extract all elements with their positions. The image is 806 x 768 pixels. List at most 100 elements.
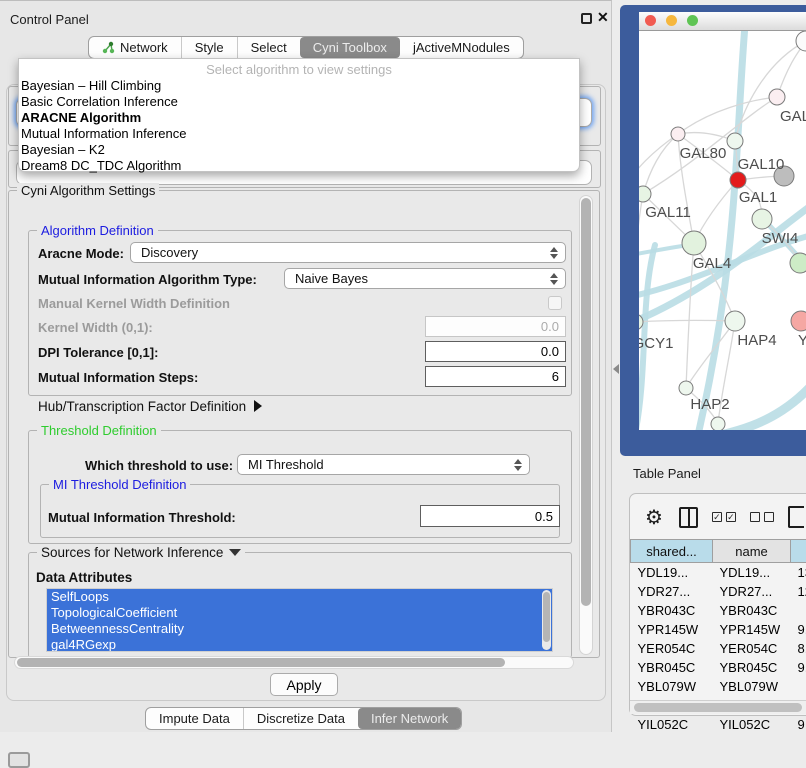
table-row[interactable]: YBR043CYBR043C xyxy=(631,601,806,620)
tab-infer-network[interactable]: Infer Network xyxy=(358,708,461,729)
network-node[interactable] xyxy=(791,311,806,331)
unchecked-box-icon xyxy=(750,512,760,522)
attribute-list-item[interactable]: gal4RGexp xyxy=(47,637,552,652)
control-panel-title: Control Panel xyxy=(10,12,89,27)
mi-threshold-label: Mutual Information Threshold: xyxy=(48,510,236,525)
close-window-icon[interactable]: ✕ xyxy=(597,9,609,26)
float-window-icon[interactable] xyxy=(581,13,592,24)
attribute-list-item[interactable]: TopologicalCoefficient xyxy=(47,605,552,621)
settings-vertical-scrollbar-thumb[interactable] xyxy=(581,198,591,606)
algorithm-dropdown-popup: Select algorithm to view settings Bayesi… xyxy=(18,58,580,172)
mac-zoom-icon[interactable] xyxy=(687,15,698,26)
control-panel-tabbar: NetworkStyleSelectCyni ToolboxjActiveMNo… xyxy=(88,36,524,59)
network-edge[interactable] xyxy=(698,31,745,430)
column-header[interactable]: A xyxy=(791,540,806,563)
network-edge[interactable] xyxy=(678,97,777,134)
network-edge[interactable] xyxy=(639,194,643,322)
network-tab-icon xyxy=(102,41,115,54)
table-row[interactable]: YPR145WYPR145W9. xyxy=(631,620,806,639)
mi-type-combobox[interactable]: Naive Bayes xyxy=(284,268,566,289)
node-label: GCY1 xyxy=(639,335,673,352)
table-row[interactable]: YER054CYER054C8. xyxy=(631,639,806,658)
node-label: GAL1 xyxy=(739,189,777,206)
hub-definition-expander[interactable]: Hub/Transcription Factor Definition xyxy=(38,399,262,414)
unchecked-box-icon xyxy=(764,512,774,522)
dropdown-item[interactable]: Mutual Information Inference xyxy=(19,126,579,142)
gear-icon[interactable]: ⚙ xyxy=(645,505,663,530)
dropdown-item[interactable]: Bayesian – K2 xyxy=(19,142,579,158)
attribute-list-item[interactable]: BetweennessCentrality xyxy=(47,621,552,637)
attribute-list-item[interactable]: SelfLoops xyxy=(47,589,552,605)
table-row[interactable]: YIL052CYIL052C9 xyxy=(631,715,806,734)
select-all-checkboxes-icon[interactable]: ✓ ✓ xyxy=(712,512,736,522)
algorithm-definition-title: Algorithm Definition xyxy=(37,223,158,238)
manual-kernel-checkbox[interactable] xyxy=(548,296,562,310)
deselect-all-checkboxes-icon[interactable] xyxy=(750,512,774,522)
aracne-mode-combobox[interactable]: Discovery xyxy=(130,242,566,263)
data-attributes-label: Data Attributes xyxy=(36,570,132,585)
threshold-definition-title: Threshold Definition xyxy=(37,423,161,438)
network-window-titlebar[interactable] xyxy=(639,12,806,31)
column-header[interactable]: name xyxy=(713,540,791,563)
network-node[interactable] xyxy=(671,127,685,141)
tab-network[interactable]: Network xyxy=(89,37,181,58)
tab-discretize-data[interactable]: Discretize Data xyxy=(243,708,358,729)
network-node[interactable] xyxy=(730,172,746,188)
split-columns-icon[interactable] xyxy=(679,507,698,528)
settings-horizontal-scrollbar-thumb[interactable] xyxy=(17,658,505,667)
mi-threshold-field[interactable]: 0.5 xyxy=(420,505,560,527)
tab-select[interactable]: Select xyxy=(237,37,300,58)
mac-minimize-icon[interactable] xyxy=(666,15,677,26)
table-horizontal-scrollbar-thumb[interactable] xyxy=(634,703,802,712)
sources-title[interactable]: Sources for Network Inference xyxy=(37,545,245,560)
dropdown-item[interactable]: Bayesian – Hill Climbing xyxy=(19,78,579,94)
network-node[interactable] xyxy=(752,209,772,229)
panel-collapse-arrow-icon[interactable] xyxy=(613,364,619,374)
network-node[interactable] xyxy=(769,89,785,105)
network-canvas[interactable]: GAL80GAL10GAL1GAL11SWI4GAL4GCY1HAP4YHAP2… xyxy=(639,31,806,430)
network-node[interactable] xyxy=(711,417,725,430)
node-label: HAP4 xyxy=(737,332,776,349)
network-node[interactable] xyxy=(727,133,743,149)
tab-impute-data[interactable]: Impute Data xyxy=(146,708,243,729)
network-node[interactable] xyxy=(725,311,745,331)
network-node[interactable] xyxy=(790,253,806,273)
mi-steps-field[interactable]: 6 xyxy=(425,366,566,387)
minimized-panel-icon[interactable] xyxy=(8,752,30,768)
dropdown-item[interactable]: ARACNE Algorithm xyxy=(19,110,579,126)
table-row[interactable]: YDR27...YDR27...12 xyxy=(631,582,806,601)
network-node[interactable] xyxy=(679,381,693,395)
table-row[interactable]: YDL19...YDL19...13 xyxy=(631,563,806,582)
node-label: Y xyxy=(798,332,806,349)
which-threshold-label: Which threshold to use: xyxy=(85,458,233,473)
node-label: GAL80 xyxy=(680,145,727,162)
table-row[interactable]: YBR045CYBR045C9. xyxy=(631,658,806,677)
network-node[interactable] xyxy=(682,231,706,255)
tab-cyni-toolbox[interactable]: Cyni Toolbox xyxy=(300,37,400,58)
cyni-mode-tabbar: Impute DataDiscretize DataInfer Network xyxy=(145,707,462,730)
network-edge[interactable] xyxy=(643,134,678,194)
table-row[interactable]: YBL079WYBL079W xyxy=(631,677,806,696)
manual-kernel-label: Manual Kernel Width Definition xyxy=(38,296,230,311)
apply-button[interactable]: Apply xyxy=(270,673,338,696)
aracne-mode-label: Aracne Mode: xyxy=(38,246,124,261)
dpi-tolerance-field[interactable]: 0.0 xyxy=(425,341,566,362)
combo-stepper-icon xyxy=(550,273,558,285)
column-header[interactable]: shared... xyxy=(631,540,713,563)
tab-jactivemnodules[interactable]: jActiveMNodules xyxy=(400,37,523,58)
tab-style[interactable]: Style xyxy=(181,37,237,58)
dropdown-header: Select algorithm to view settings xyxy=(19,59,579,78)
attributes-scrollbar-thumb[interactable] xyxy=(543,592,550,642)
node-label: GAL10 xyxy=(738,156,785,173)
dropdown-item[interactable]: Dream8 DC_TDC Algorithm xyxy=(19,158,579,174)
combo-stepper-icon xyxy=(514,459,522,471)
mi-steps-label: Mutual Information Steps: xyxy=(38,370,198,385)
export-table-icon[interactable] xyxy=(788,506,804,528)
network-node[interactable] xyxy=(639,186,651,202)
network-node[interactable] xyxy=(796,31,806,51)
dropdown-item[interactable]: Basic Correlation Inference xyxy=(19,94,579,110)
data-attributes-list: SelfLoopsTopologicalCoefficientBetweenne… xyxy=(46,588,553,652)
mac-close-icon[interactable] xyxy=(645,15,656,26)
which-threshold-combobox[interactable]: MI Threshold xyxy=(237,454,530,475)
kernel-width-field[interactable]: 0.0 xyxy=(425,316,566,337)
